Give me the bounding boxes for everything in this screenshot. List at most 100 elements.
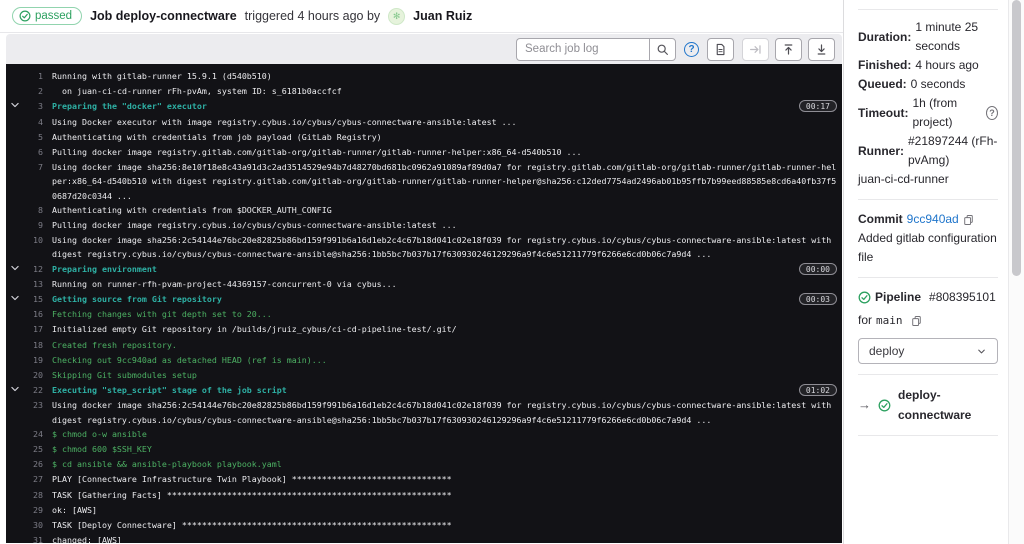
section-chevron-icon[interactable]: [6, 533, 23, 543]
scroll-to-bottom-button[interactable]: [808, 37, 835, 61]
log-line-number[interactable]: 2: [23, 84, 43, 98]
log-line-number[interactable]: 15: [23, 292, 43, 306]
log-line-text: Initialized empty Git repository in /bui…: [52, 324, 457, 335]
section-chevron-icon[interactable]: [6, 457, 23, 472]
section-chevron-icon[interactable]: [6, 69, 23, 84]
section-chevron-icon[interactable]: [6, 130, 23, 145]
section-chevron-icon[interactable]: [6, 99, 23, 114]
log-line-number[interactable]: 26: [23, 457, 43, 471]
section-chevron-icon[interactable]: [6, 233, 23, 248]
timeout-help-icon[interactable]: ?: [985, 106, 998, 120]
log-line-number[interactable]: 20: [23, 368, 43, 382]
log-line-number[interactable]: 23: [23, 398, 43, 412]
section-chevron-icon[interactable]: [6, 292, 23, 307]
sidebar-top-divider: [858, 0, 998, 10]
log-line: 19 Checking out 9cc940ad as detached HEA…: [6, 353, 842, 368]
log-line: 29 ok: [AWS]: [6, 503, 842, 518]
log-line-number[interactable]: 12: [23, 262, 43, 276]
section-chevron-icon[interactable]: [6, 488, 23, 503]
section-chevron-icon[interactable]: [6, 307, 23, 322]
log-line-number[interactable]: 22: [23, 383, 43, 397]
job-name: deploy-connectware: [898, 388, 972, 422]
log-line-number[interactable]: 25: [23, 442, 43, 456]
commit-label: Commit: [858, 212, 903, 226]
section-chevron-icon[interactable]: [6, 383, 23, 398]
section-chevron-icon[interactable]: [6, 203, 23, 218]
log-line-number[interactable]: 5: [23, 130, 43, 144]
section-chevron-icon[interactable]: [6, 503, 23, 518]
log-line-number[interactable]: 9: [23, 218, 43, 232]
job-header: passed Job deploy-connectware triggered …: [0, 0, 843, 33]
show-raw-button[interactable]: [707, 37, 734, 61]
runner-label: Runner:: [858, 143, 904, 158]
pipeline-id[interactable]: #808395101: [929, 288, 996, 307]
log-line: 26 $ cd ansible && ansible-playbook play…: [6, 457, 842, 472]
section-chevron-icon[interactable]: [6, 368, 23, 383]
log-line-number[interactable]: 19: [23, 353, 43, 367]
log-line-text: Pulling docker image registry.gitlab.com…: [52, 147, 582, 158]
search-button[interactable]: [649, 37, 676, 61]
section-chevron-icon[interactable]: [6, 353, 23, 368]
log-line-number[interactable]: 13: [23, 277, 43, 291]
queued-label: Queued:: [858, 77, 907, 91]
section-chevron-icon[interactable]: [6, 427, 23, 442]
user-avatar[interactable]: ✻: [388, 7, 406, 25]
help-icon[interactable]: ?: [684, 41, 699, 57]
section-chevron-icon[interactable]: [6, 518, 23, 533]
log-line-number[interactable]: 8: [23, 203, 43, 217]
log-line-number[interactable]: 28: [23, 488, 43, 502]
section-chevron-icon[interactable]: [6, 472, 23, 487]
section-duration-badge: 01:02: [798, 384, 837, 397]
divider: [858, 277, 998, 278]
log-line-text: TASK [Gathering Facts] *****************…: [52, 489, 452, 500]
section-chevron-icon[interactable]: [6, 145, 23, 160]
log-line-text: Checking out 9cc940ad as detached HEAD (…: [52, 354, 327, 365]
log-line-number[interactable]: 30: [23, 518, 43, 532]
section-chevron-icon[interactable]: [6, 338, 23, 353]
copy-ref-icon[interactable]: [911, 315, 922, 327]
log-line-number[interactable]: 27: [23, 472, 43, 486]
log-toolbar: ?: [6, 34, 842, 64]
log-line-text: ok: [AWS]: [52, 504, 97, 515]
log-line: 1 Running with gitlab-runner 15.9.1 (d54…: [6, 69, 842, 84]
search-input[interactable]: [516, 37, 649, 61]
log-line-text: Using docker image sha256:8e10f18e8c43a9…: [52, 162, 837, 201]
job-title: Job deploy-connectware: [90, 9, 237, 23]
log-line-number[interactable]: 31: [23, 533, 43, 543]
stage-dropdown[interactable]: deploy: [858, 338, 998, 364]
log-line-number[interactable]: 29: [23, 503, 43, 517]
jump-to-failure-button[interactable]: [742, 37, 769, 61]
log-line-number[interactable]: 6: [23, 145, 43, 159]
log-line-number[interactable]: 3: [23, 99, 43, 113]
log-line-number[interactable]: 10: [23, 233, 43, 247]
log-line: 30 TASK [Deploy Connectware] ***********…: [6, 518, 842, 533]
status-badge-label: passed: [35, 10, 73, 22]
section-chevron-icon[interactable]: [6, 160, 23, 175]
log-line-number[interactable]: 17: [23, 322, 43, 336]
log-line-number[interactable]: 4: [23, 115, 43, 129]
section-duration-badge: 00:17: [798, 100, 837, 113]
job-list-item[interactable]: → deploy-connectware: [858, 385, 998, 425]
log-line-number[interactable]: 24: [23, 427, 43, 441]
log-line-text: Executing "step_script" stage of the job…: [52, 385, 287, 396]
section-chevron-icon[interactable]: [6, 322, 23, 337]
section-chevron-icon[interactable]: [6, 398, 23, 413]
section-chevron-icon[interactable]: [6, 115, 23, 130]
section-chevron-icon[interactable]: [6, 218, 23, 233]
commit-sha-link[interactable]: 9cc940ad: [907, 210, 959, 229]
log-line-number[interactable]: 16: [23, 307, 43, 321]
pipeline-ref[interactable]: main: [876, 311, 903, 330]
page-scrollbar[interactable]: [1008, 0, 1024, 544]
section-chevron-icon[interactable]: [6, 84, 23, 99]
copy-commit-icon[interactable]: [963, 214, 974, 226]
scroll-to-top-button[interactable]: [775, 37, 802, 61]
log-line-number[interactable]: 1: [23, 69, 43, 83]
section-chevron-icon[interactable]: [6, 277, 23, 292]
scrollbar-thumb[interactable]: [1012, 0, 1021, 276]
section-chevron-icon[interactable]: [6, 442, 23, 457]
log-line-number[interactable]: 7: [23, 160, 43, 174]
pipeline-status-icon: [858, 291, 871, 304]
user-name[interactable]: Juan Ruiz: [413, 9, 472, 23]
log-line-number[interactable]: 18: [23, 338, 43, 352]
section-chevron-icon[interactable]: [6, 262, 23, 277]
